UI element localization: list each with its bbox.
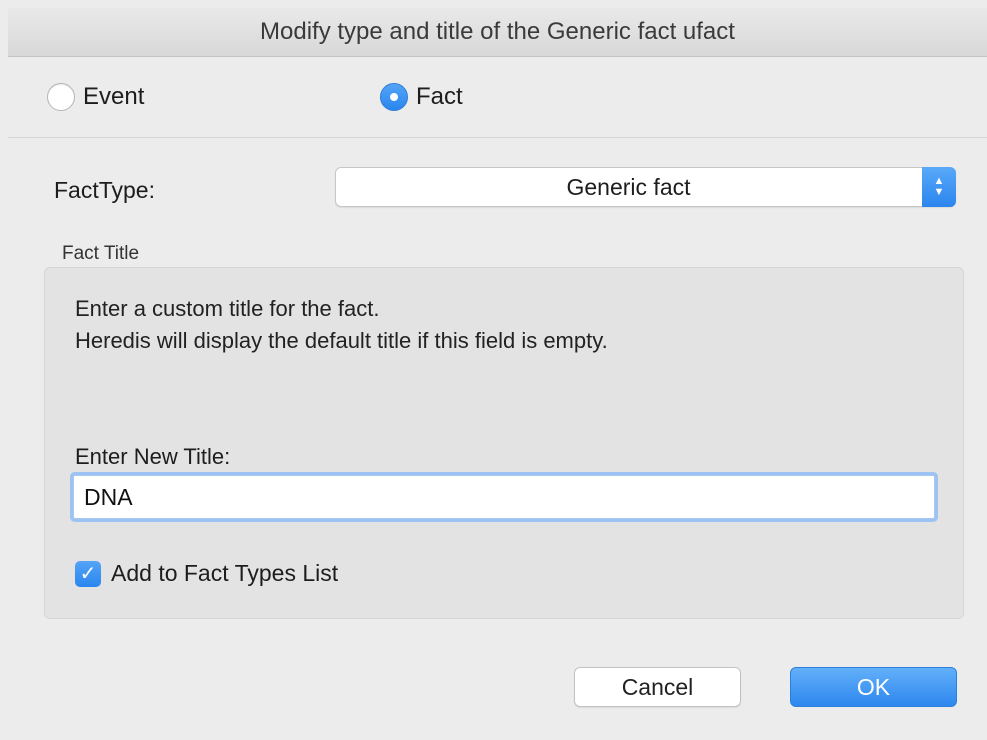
cancel-button[interactable]: Cancel — [574, 667, 741, 707]
info-text-line1: Enter a custom title for the fact. — [75, 296, 380, 321]
window-titlebar: Modify type and title of the Generic fac… — [8, 8, 987, 57]
event-radio-label: Event — [83, 83, 145, 110]
chevron-up-down-icon: ▲ ▼ — [922, 167, 956, 207]
fact-type-label: FactType: — [54, 177, 155, 203]
radio-unselected-icon — [47, 83, 75, 111]
fact-title-group-label: Fact Title — [62, 243, 140, 264]
add-to-list-checkbox[interactable]: ✓ Add to Fact Types List — [75, 560, 338, 587]
add-to-list-label: Add to Fact Types List — [111, 560, 339, 586]
radio-selected-icon — [380, 83, 408, 111]
info-text-line2: Heredis will display the default title i… — [75, 328, 608, 353]
fact-type-popup[interactable]: Generic fact ▲ ▼ — [335, 167, 956, 207]
fact-radio[interactable]: Fact — [380, 83, 463, 111]
new-title-label: Enter New Title: — [75, 444, 231, 469]
type-radio-group: Event Fact — [8, 57, 987, 138]
dialog-body: Event Fact FactType: Generic fact ▲ ▼ Fac… — [8, 57, 987, 740]
fact-type-value: Generic fact — [566, 173, 691, 200]
event-radio[interactable]: Event — [47, 83, 144, 111]
ok-button[interactable]: OK — [790, 667, 957, 707]
new-title-input[interactable] — [73, 475, 935, 519]
checkmark-icon: ✓ — [75, 560, 101, 587]
fact-title-group: Enter a custom title for the fact. Hered… — [44, 267, 964, 619]
fact-radio-label: Fact — [416, 83, 463, 110]
window-title: Modify type and title of the Generic fac… — [260, 18, 735, 45]
